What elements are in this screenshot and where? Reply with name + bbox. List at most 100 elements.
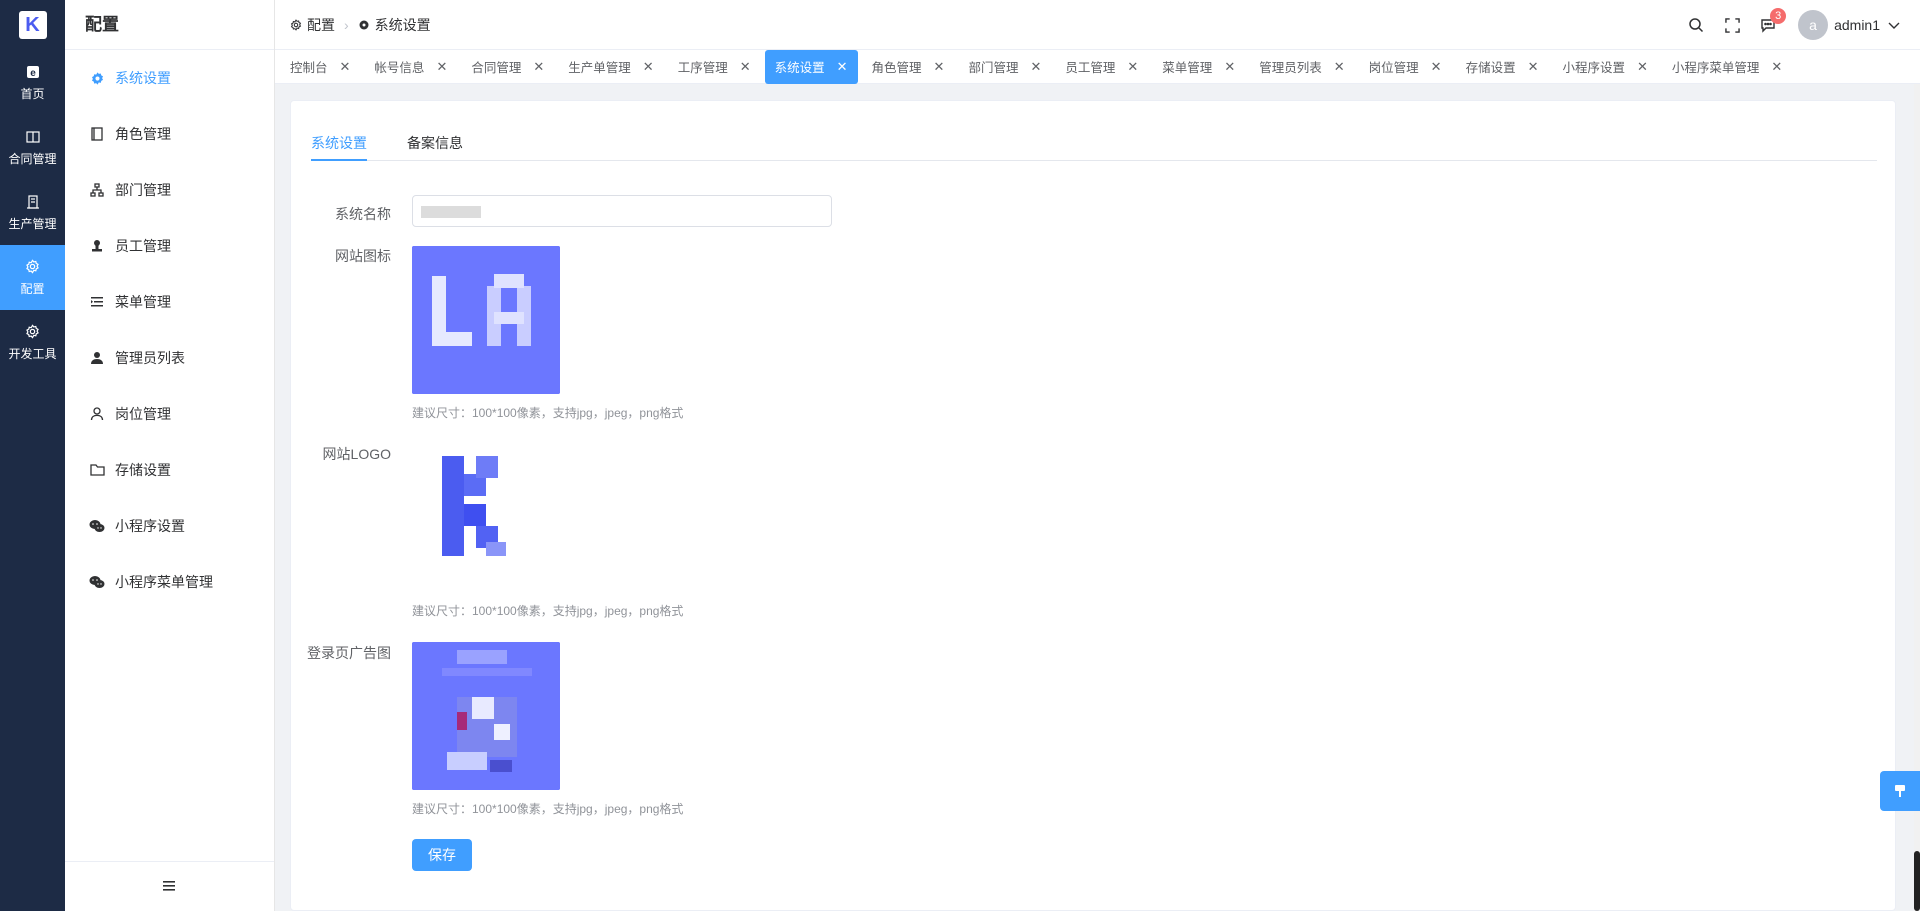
submenu-item[interactable]: 小程序设置 [65,498,274,554]
config-submenu: 配置 系统设置角色管理 部门管理员工管理菜单管理管理员列表岗位管理存储设置小程序设… [65,0,275,911]
tab-filing-info[interactable]: 备案信息 [407,129,463,161]
system-name-input[interactable] [412,195,832,227]
rail-item-contract[interactable]: 合同管理 [0,115,65,180]
gear-icon [25,324,41,340]
submenu-item[interactable]: 存储设置 [65,442,274,498]
submenu-item[interactable]: 岗位管理 [65,386,274,442]
close-icon[interactable]: ✕ [1431,59,1442,75]
login-ad-preview-image [412,642,560,790]
logo-upload[interactable] [412,444,560,592]
page-tab[interactable]: 系统设置 ✕ [764,49,858,84]
close-icon[interactable]: ✕ [1637,59,1648,75]
submenu-item[interactable]: 部门管理 [65,162,274,218]
notifications-button[interactable]: 3 [1750,0,1787,50]
submenu-item[interactable]: 角色管理 [65,106,274,162]
submenu-item-label: 员工管理 [115,238,171,254]
submenu-item-label: 系统设置 [115,70,171,86]
favicon-hint: 建议尺寸：100*100像素，支持jpg，jpeg，png格式 [412,406,684,420]
submenu-item[interactable]: 系统设置 [65,50,274,106]
scrollbar-thumb[interactable] [1914,851,1920,911]
search-icon [1689,18,1704,33]
page-tab-label: 角色管理 [871,61,922,75]
chevron-right-icon: › [344,16,349,33]
page-tab[interactable]: 控制台 ✕ [280,50,360,84]
system-name-value-redacted [421,206,481,218]
fullscreen-icon [1724,17,1740,33]
avatar[interactable]: a [1798,10,1829,40]
search-button[interactable] [1678,0,1714,50]
collapse-menu-button[interactable] [65,861,274,911]
page-tab[interactable]: 小程序设置 ✕ [1552,50,1657,84]
page-tab[interactable]: 岗位管理 ✕ [1359,50,1452,84]
page-tab-label: 系统设置 [774,61,825,75]
submenu-item[interactable]: 员工管理 [65,218,274,274]
tab-system-settings[interactable]: 系统设置 [311,129,367,161]
page-tab[interactable]: 员工管理 ✕ [1055,50,1148,84]
submenu-item[interactable]: 菜单管理 [65,274,274,330]
page-tab[interactable]: 生产单管理 ✕ [558,50,663,84]
page-tab-label: 合同管理 [471,61,522,75]
logo-preview-image [412,444,560,592]
rail-label: 配置 [20,281,45,296]
page-tab[interactable]: 工序管理 ✕ [668,50,761,84]
form-tabs: 系统设置 备案信息 [311,129,1877,161]
theme-settings-button[interactable] [1880,771,1920,811]
breadcrumb-item: 系统设置 [358,15,431,35]
notebook-icon [89,126,105,142]
page-tab[interactable]: 角色管理 ✕ [862,50,955,84]
close-icon[interactable]: ✕ [837,59,848,75]
close-icon[interactable]: ✕ [1771,59,1782,75]
submenu-item-label: 管理员列表 [115,350,185,366]
favicon-upload[interactable] [412,246,560,394]
page-tab[interactable]: 部门管理 ✕ [958,50,1051,84]
login-ad-upload[interactable] [412,642,560,790]
rail-label: 首页 [20,86,45,101]
chevron-down-icon[interactable] [1888,17,1900,33]
fullscreen-button[interactable] [1714,0,1750,50]
close-icon[interactable]: ✕ [1528,59,1539,75]
submenu-item[interactable]: 管理员列表 [65,330,274,386]
save-button[interactable]: 保存 [412,839,472,871]
page-tab[interactable]: 菜单管理 ✕ [1152,50,1245,84]
rail-item-devtools[interactable]: 开发工具 [0,310,65,375]
page-tab[interactable]: 帐号信息 ✕ [364,50,457,84]
page-tab-label: 帐号信息 [374,61,425,75]
page-tab[interactable]: 小程序菜单管理 ✕ [1662,50,1792,84]
submenu-item-label: 存储设置 [115,462,171,478]
close-icon[interactable]: ✕ [643,59,654,75]
book-icon [25,129,41,145]
submenu-title: 配置 [65,0,274,50]
username[interactable]: admin1 [1834,17,1880,33]
page-tab-label: 生产单管理 [568,61,631,75]
close-icon[interactable]: ✕ [740,59,751,75]
page-tab-label: 菜单管理 [1162,61,1213,75]
close-icon[interactable]: ✕ [340,59,351,75]
close-icon[interactable]: ✕ [1224,59,1235,75]
rail-label: 生产管理 [8,216,57,231]
close-icon[interactable]: ✕ [1334,59,1345,75]
close-icon[interactable]: ✕ [533,59,544,75]
page-tab[interactable]: 管理员列表 ✕ [1249,50,1354,84]
close-icon[interactable]: ✕ [436,59,447,75]
favicon-preview-image [412,246,560,394]
login-ad-hint: 建议尺寸：100*100像素，支持jpg，jpeg，png格式 [412,802,684,816]
rail-item-production[interactable]: 生产管理 [0,180,65,245]
page-tab-label: 员工管理 [1065,61,1116,75]
user-filled-icon [89,350,105,366]
close-icon[interactable]: ✕ [1127,59,1138,75]
rail-item-home[interactable]: e 首页 [0,50,65,115]
top-header: 配置 › 系统设置 3 a admin1 [275,0,1920,50]
page-tab-label: 控制台 [290,61,328,75]
page-tab[interactable]: 合同管理 ✕ [461,50,554,84]
page-tab-label: 管理员列表 [1259,61,1322,75]
folder-icon [89,462,105,478]
page-tab[interactable]: 存储设置 ✕ [1456,50,1549,84]
breadcrumb-item[interactable]: 配置 [290,15,335,35]
rail-item-config[interactable]: 配置 [0,245,65,310]
close-icon[interactable]: ✕ [1030,59,1041,75]
close-icon[interactable]: ✕ [934,59,945,75]
submenu-item[interactable]: 小程序菜单管理 [65,554,274,610]
gear-icon [290,18,302,31]
app-logo[interactable]: K [0,0,65,50]
main-nav-rail: K e 首页 合同管理 生产管理 配置 开发工具 [0,0,65,911]
